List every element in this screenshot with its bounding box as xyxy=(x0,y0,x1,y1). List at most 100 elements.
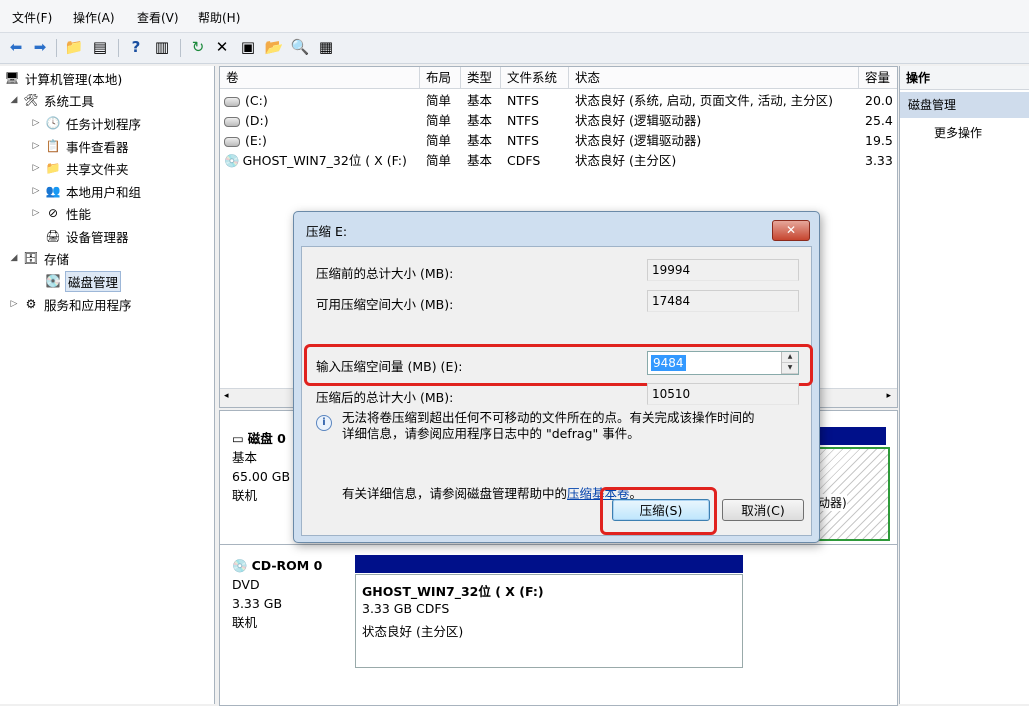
menu-bar: 文件(F) 操作(A) 查看(V) 帮助(H) xyxy=(0,0,1029,33)
forward-arrow-icon[interactable]: ➡ xyxy=(30,37,50,57)
tree-performance[interactable]: ▷ ⊘ 性能 xyxy=(30,203,91,223)
red-highlight-box xyxy=(600,487,717,535)
cell-type: 基本 xyxy=(467,153,493,168)
tree-system-tools[interactable]: ◢ 🛠 系统工具 xyxy=(8,90,94,110)
search-icon[interactable]: 🔍 xyxy=(290,37,310,57)
show-hide-tree-icon[interactable]: ▤ xyxy=(90,37,110,57)
cd-partition[interactable]: GHOST_WIN7_32位 ( X (F:) 3.33 GB CDFS 状态良… xyxy=(355,574,743,668)
partition-bar xyxy=(816,427,886,445)
navigation-tree: 🖥 计算机管理(本地) ◢ 🛠 系统工具 ▷ 🕓 任务计划程序 ▷ 📋 事件查看… xyxy=(0,66,215,704)
cell-capacity: 3.33 xyxy=(865,153,893,168)
column-header-filesystem[interactable]: 文件系统 xyxy=(501,67,569,89)
tree-shared-folders[interactable]: ▷ 📁 共享文件夹 xyxy=(30,158,129,178)
cell-type: 基本 xyxy=(467,93,493,108)
shared-folder-icon: 📁 xyxy=(45,161,61,175)
close-button[interactable]: ✕ xyxy=(772,220,810,241)
cdrom-info[interactable]: 💿 CD-ROM 0 DVD 3.33 GB 联机 xyxy=(232,556,322,632)
delete-icon[interactable]: ✕ xyxy=(212,37,232,57)
menu-action[interactable]: 操作(A) xyxy=(73,9,115,26)
expanded-triangle-icon[interactable]: ◢ xyxy=(8,95,20,105)
table-row[interactable]: (E:) xyxy=(224,131,420,151)
tree-task-scheduler[interactable]: ▷ 🕓 任务计划程序 xyxy=(30,113,141,133)
shrink-dialog: 压缩 E: ✕ 压缩前的总计大小 (MB): 19994 可用压缩空间大小 (M… xyxy=(293,211,820,543)
scroll-left-icon[interactable]: ◂ xyxy=(224,391,229,401)
cell-status: 状态良好 (系统, 启动, 页面文件, 活动, 主分区) xyxy=(575,93,834,108)
collapsed-triangle-icon[interactable]: ▷ xyxy=(30,163,42,173)
cell-capacity: 20.0 xyxy=(865,93,893,108)
column-header-status[interactable]: 状态 xyxy=(569,67,859,89)
actions-pane: 操作 磁盘管理 更多操作 xyxy=(899,66,1029,704)
more-actions-link[interactable]: 更多操作 xyxy=(934,124,982,141)
collapsed-triangle-icon[interactable]: ▷ xyxy=(30,208,42,218)
table-row[interactable]: (D:) xyxy=(224,111,420,131)
disk-icon: 💽 xyxy=(45,274,61,288)
drive-icon xyxy=(224,116,240,127)
column-header-volume[interactable]: 卷 xyxy=(220,67,420,89)
cell-status: 状态良好 (主分区) xyxy=(575,153,677,168)
total-before-field: 19994 xyxy=(647,259,799,281)
clock-icon: 🕓 xyxy=(45,116,61,130)
tree-local-users[interactable]: ▷ 👥 本地用户和组 xyxy=(30,181,141,201)
open-folder-icon[interactable]: 📂 xyxy=(264,37,284,57)
expanded-triangle-icon[interactable]: ◢ xyxy=(8,253,20,263)
cell-filesystem: NTFS xyxy=(507,133,539,148)
info-icon: i xyxy=(316,415,332,431)
actions-header: 操作 xyxy=(900,66,1029,90)
users-icon: 👥 xyxy=(45,184,61,198)
drive-icon xyxy=(224,136,240,147)
cell-type: 基本 xyxy=(467,113,493,128)
settings-icon[interactable]: ▦ xyxy=(316,37,336,57)
tree-services-apps[interactable]: ▷ ⚙ 服务和应用程序 xyxy=(8,294,132,314)
event-log-icon: 📋 xyxy=(45,139,61,153)
tree-storage[interactable]: ◢ 🗄 存储 xyxy=(8,248,69,268)
tree-root[interactable]: 🖥 计算机管理(本地) xyxy=(4,68,122,88)
column-header-capacity[interactable]: 容量 xyxy=(859,67,897,89)
label-total-before: 压缩前的总计大小 (MB): xyxy=(316,266,454,281)
disk0-info[interactable]: ▭ 磁盘 0 基本 65.00 GB 联机 xyxy=(232,429,290,505)
dialog-body: 压缩前的总计大小 (MB): 19994 可用压缩空间大小 (MB): 1748… xyxy=(301,246,813,536)
cell-capacity: 25.4 xyxy=(865,113,893,128)
tree-device-manager[interactable]: 🖨 设备管理器 xyxy=(45,226,128,246)
menu-help[interactable]: 帮助(H) xyxy=(198,9,240,26)
cd-partition-bar xyxy=(355,555,743,573)
back-arrow-icon[interactable]: ⬅ xyxy=(6,37,26,57)
collapsed-triangle-icon[interactable]: ▷ xyxy=(30,141,42,151)
menu-file[interactable]: 文件(F) xyxy=(12,9,52,26)
info-message: 无法将卷压缩到超出任何不可移动的文件所在的点。有关完成该操作时间的 详细信息，请… xyxy=(342,410,755,441)
collapsed-triangle-icon[interactable]: ▷ xyxy=(8,299,20,309)
help-icon[interactable]: ? xyxy=(126,37,146,57)
cancel-button[interactable]: 取消(C) xyxy=(722,499,804,521)
up-folder-icon[interactable]: 📁 xyxy=(64,37,84,57)
scroll-right-icon[interactable]: ▸ xyxy=(886,391,891,401)
toolbar: ⬅ ➡ 📁 ▤ ? ▥ ↻ ✕ ▣ 📂 🔍 ▦ xyxy=(0,33,1029,64)
tools-icon: 🛠 xyxy=(23,93,39,107)
services-icon: ⚙ xyxy=(25,297,37,311)
partition-e[interactable]: 动器) xyxy=(816,447,890,541)
label-available: 可用压缩空间大小 (MB): xyxy=(316,297,454,312)
red-highlight-box xyxy=(304,344,813,386)
cell-status: 状态良好 (逻辑驱动器) xyxy=(575,113,702,128)
actions-disk-management[interactable]: 磁盘管理 xyxy=(900,92,1029,118)
disk-icon: ▭ xyxy=(232,431,244,446)
tree-disk-management[interactable]: 💽 磁盘管理 xyxy=(45,270,122,292)
properties-icon[interactable]: ▣ xyxy=(238,37,258,57)
cell-filesystem: CDFS xyxy=(507,153,541,168)
table-row[interactable]: (C:) xyxy=(224,91,420,111)
table-row[interactable]: 💿 GHOST_WIN7_32位 ( X (F:) xyxy=(224,151,420,171)
collapsed-triangle-icon[interactable]: ▷ xyxy=(30,186,42,196)
refresh-icon[interactable]: ↻ xyxy=(188,37,208,57)
cell-filesystem: NTFS xyxy=(507,93,539,108)
storage-icon: 🗄 xyxy=(23,251,39,265)
performance-gauge-icon: ⊘ xyxy=(47,206,59,220)
tree-event-viewer[interactable]: ▷ 📋 事件查看器 xyxy=(30,136,129,156)
properties-view-icon[interactable]: ▥ xyxy=(152,37,172,57)
column-header-type[interactable]: 类型 xyxy=(461,67,501,89)
cell-type: 基本 xyxy=(467,133,493,148)
menu-view[interactable]: 查看(V) xyxy=(137,9,179,26)
cell-capacity: 19.5 xyxy=(865,133,893,148)
available-field: 17484 xyxy=(647,290,799,312)
cell-layout: 简单 xyxy=(426,113,452,128)
column-header-layout[interactable]: 布局 xyxy=(420,67,461,89)
collapsed-triangle-icon[interactable]: ▷ xyxy=(30,118,42,128)
cell-filesystem: NTFS xyxy=(507,113,539,128)
